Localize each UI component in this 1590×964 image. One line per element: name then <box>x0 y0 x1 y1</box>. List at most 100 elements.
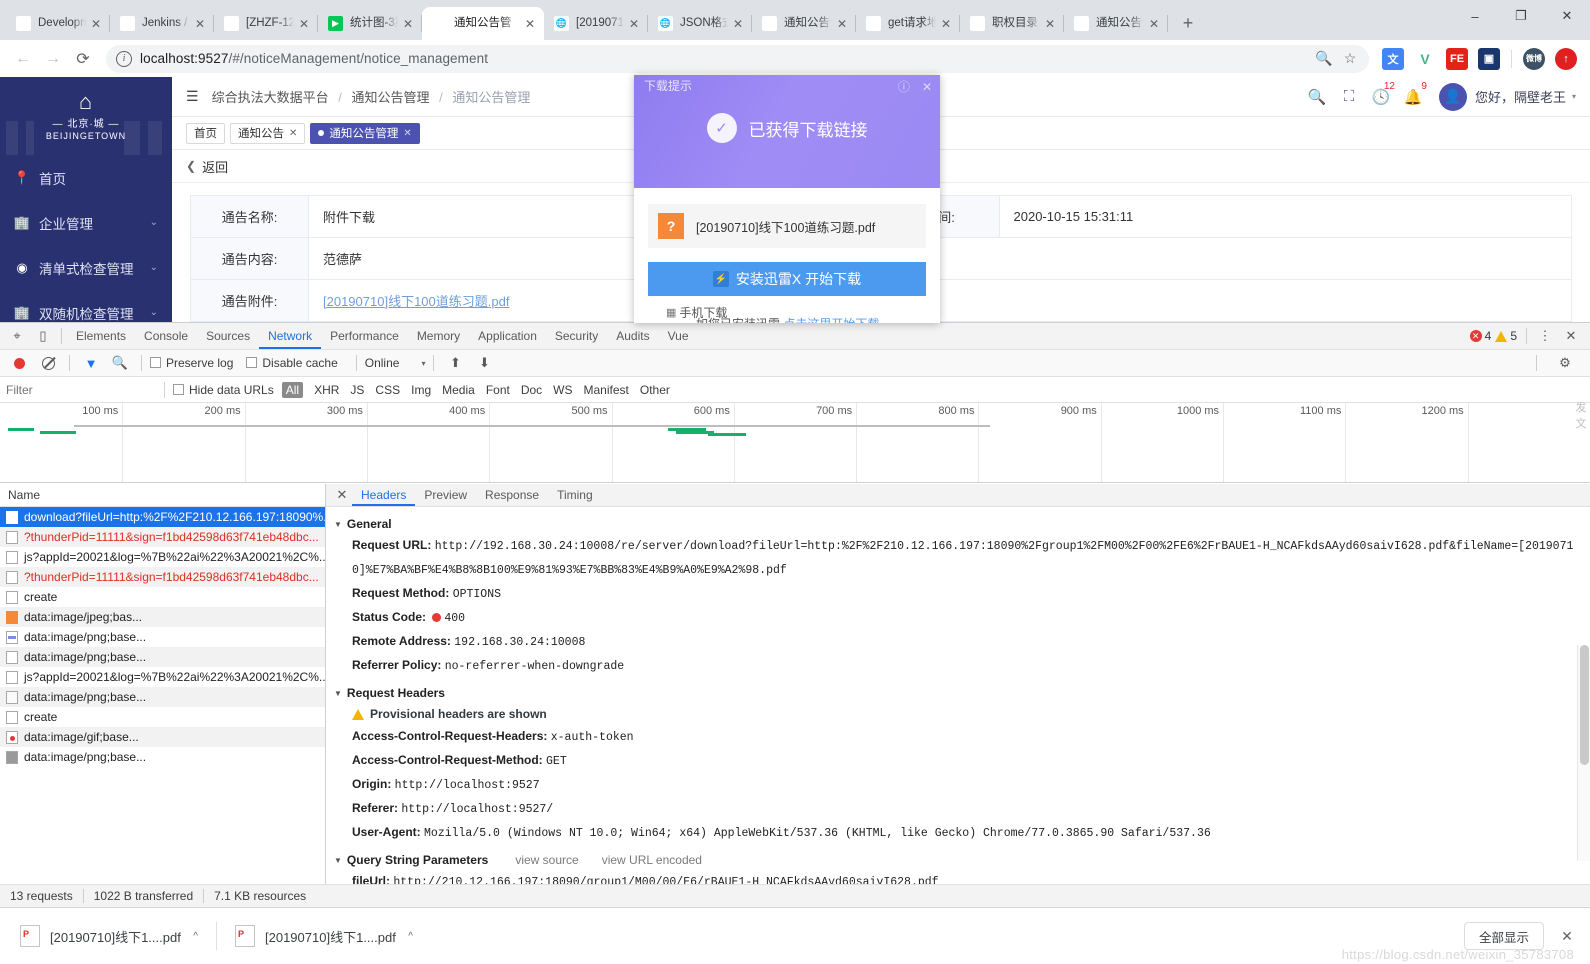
devtools-tab-application[interactable]: Application <box>469 323 546 349</box>
request-row-6[interactable]: data:image/png;base... <box>0 627 325 647</box>
detail-tab-response[interactable]: Response <box>476 484 548 506</box>
request-row-7[interactable]: data:image/png;base... <box>0 647 325 667</box>
gear-icon[interactable]: ⚙ <box>1552 350 1578 376</box>
weibo-extension-icon[interactable]: 微博 <box>1523 47 1545 70</box>
record-button[interactable] <box>6 350 32 376</box>
sidebar-item-2[interactable]: ◉ 清单式检查管理 ⌄ <box>0 245 172 290</box>
back-button[interactable]: ← <box>8 44 38 74</box>
minimize-button[interactable]: – <box>1452 0 1498 32</box>
close-shelf-button[interactable]: ✕ <box>1554 923 1580 949</box>
devtools-tab-network[interactable]: Network <box>259 323 321 349</box>
chevron-up-icon[interactable]: ^ <box>193 931 198 942</box>
devtools-tab-audits[interactable]: Audits <box>607 323 658 349</box>
general-section-header[interactable]: ▼ General <box>334 517 1590 531</box>
close-icon[interactable]: ✕ <box>922 80 932 94</box>
browser-tab-6[interactable]: 🌐 JSON格式 ✕ <box>648 7 752 40</box>
avatar[interactable]: 👤 <box>1438 82 1467 111</box>
devtools-tab-security[interactable]: Security <box>546 323 607 349</box>
request-row-1[interactable]: ?thunderPid=11111&sign=f1bd42598d63f741e… <box>0 527 325 547</box>
filter-type-xhr[interactable]: XHR <box>314 383 339 397</box>
close-window-button[interactable]: ✕ <box>1544 0 1590 32</box>
filter-type-js[interactable]: JS <box>350 383 364 397</box>
scrollbar-thumb[interactable] <box>1580 645 1589 765</box>
tab-close-icon[interactable]: ✕ <box>1146 16 1162 32</box>
error-count-badge[interactable]: ✕ 4 <box>1469 329 1491 343</box>
tag-close-icon[interactable]: ✕ <box>289 128 297 139</box>
hide-data-urls-checkbox[interactable]: Hide data URLs <box>173 383 274 397</box>
tag-close-icon[interactable]: ✕ <box>403 128 411 139</box>
menu-collapse-icon[interactable]: ☰ <box>186 88 199 105</box>
search-icon[interactable]: 🔍 <box>107 350 133 376</box>
preserve-log-checkbox[interactable]: Preserve log <box>150 356 233 370</box>
import-har-icon[interactable]: ⬆ <box>442 350 468 376</box>
filter-type-media[interactable]: Media <box>442 383 475 397</box>
network-overview-timeline[interactable]: 100 ms 200 ms 300 ms 400 ms 500 ms 600 ms 700 … <box>0 403 1590 483</box>
request-row-8[interactable]: js?appId=20021&log=%7B%22ai%22%3A20021%2… <box>0 667 325 687</box>
request-row-0[interactable]: download?fileUrl=http:%2F%2F210.12.166.1… <box>0 507 325 527</box>
tab-close-icon[interactable]: ✕ <box>834 16 850 32</box>
filter-type-img[interactable]: Img <box>411 383 431 397</box>
browser-tab-7[interactable]: V 通知公告管✕ <box>752 7 856 40</box>
google-translate-extension-icon[interactable]: 文 <box>1382 47 1404 70</box>
tab-close-icon[interactable]: ✕ <box>1042 16 1058 32</box>
request-row-11[interactable]: data:image/gif;base... <box>0 727 325 747</box>
warning-count-badge[interactable]: 5 <box>1495 329 1517 343</box>
reload-button[interactable]: ⟳ <box>68 44 98 74</box>
install-thunder-download-button[interactable]: ⚡ 安装迅雷X 开始下载 <box>648 262 926 296</box>
devtools-tab-memory[interactable]: Memory <box>408 323 469 349</box>
devtools-tab-elements[interactable]: Elements <box>67 323 135 349</box>
info-icon[interactable]: ⓘ <box>898 78 910 95</box>
detail-scrollbar[interactable] <box>1577 645 1590 861</box>
tab-close-icon[interactable]: ✕ <box>938 16 954 32</box>
browser-tab-9[interactable]: V 职权目录 - ✕ <box>960 7 1064 40</box>
devtools-close-icon[interactable]: ✕ <box>1558 323 1584 349</box>
chevron-down-icon[interactable]: ▾ <box>1572 92 1576 101</box>
request-list[interactable]: download?fileUrl=http:%2F%2F210.12.166.1… <box>0 507 325 884</box>
tab-close-icon[interactable]: ✕ <box>626 16 642 32</box>
sidebar-item-0[interactable]: 📍 首页 <box>0 155 172 200</box>
devtools-menu-icon[interactable]: ⋮ <box>1532 323 1558 349</box>
filter-type-doc[interactable]: Doc <box>521 383 542 397</box>
browser-tab-0[interactable]: ◆ Developm ✕ <box>6 7 110 40</box>
query-string-section-header[interactable]: ▼ Query String Parameters view source vi… <box>334 853 1590 867</box>
view-source-link[interactable]: view source <box>515 853 578 867</box>
page-tag-0[interactable]: 首页 <box>186 122 225 144</box>
filter-type-manifest[interactable]: Manifest <box>584 383 629 397</box>
download-item[interactable]: [20190710]线下1....pdf ^ <box>10 917 208 955</box>
filter-type-other[interactable]: Other <box>640 383 670 397</box>
forward-button[interactable]: → <box>38 44 68 74</box>
browser-tab-10[interactable]: V 通知公告管✕ <box>1064 7 1168 40</box>
detail-tab-preview[interactable]: Preview <box>415 484 476 506</box>
tab-close-icon[interactable]: ✕ <box>296 16 312 32</box>
sidebar-item-3[interactable]: 🏢 双随机检查管理 ⌄ <box>0 290 172 322</box>
history-clock-icon[interactable]: 🕓 12 <box>1365 81 1397 106</box>
page-tag-2[interactable]: 通知公告管理 ✕ <box>310 122 420 144</box>
address-bar[interactable]: i localhost:9527/#/noticeManagement/noti… <box>106 44 1369 73</box>
clear-button[interactable] <box>35 350 61 376</box>
request-row-10[interactable]: create <box>0 707 325 727</box>
tab-close-icon[interactable]: ✕ <box>522 16 538 32</box>
sidebar-item-1[interactable]: 🏢 企业管理 ⌄ <box>0 200 172 245</box>
zoom-out-icon[interactable]: 🔍 <box>1311 50 1337 67</box>
devtools-tab-sources[interactable]: Sources <box>197 323 259 349</box>
start-download-link[interactable]: 点击这里开始下载 <box>783 317 879 323</box>
devtools-tab-console[interactable]: Console <box>135 323 197 349</box>
maximize-button[interactable]: ❐ <box>1498 0 1544 32</box>
filter-input[interactable] <box>6 382 156 397</box>
devtools-tab-performance[interactable]: Performance <box>321 323 408 349</box>
request-row-5[interactable]: data:image/jpeg;bas... <box>0 607 325 627</box>
export-har-icon[interactable]: ⬇ <box>471 350 497 376</box>
page-tag-1[interactable]: 通知公告 ✕ <box>230 122 306 144</box>
request-headers-section-header[interactable]: ▼ Request Headers <box>334 686 1590 700</box>
fullscreen-icon[interactable]: ⛶ <box>1333 88 1365 105</box>
vue-devtools-extension-icon[interactable]: V <box>1414 47 1436 70</box>
tab-close-icon[interactable]: ✕ <box>730 16 746 32</box>
detail-tab-headers[interactable]: Headers <box>352 484 415 506</box>
filter-funnel-icon[interactable]: ▼ <box>78 350 104 376</box>
fehelper-extension-icon[interactable]: FE <box>1446 47 1468 70</box>
disable-cache-checkbox[interactable]: Disable cache <box>246 356 338 370</box>
device-toolbar-icon[interactable]: ▯ <box>30 323 56 349</box>
browser-tab-1[interactable]: ☻ Jenkins / 流✕ <box>110 7 214 40</box>
browser-tab-8[interactable]: 熊 get请求地 ✕ <box>856 7 960 40</box>
tab-close-icon[interactable]: ✕ <box>192 16 208 32</box>
